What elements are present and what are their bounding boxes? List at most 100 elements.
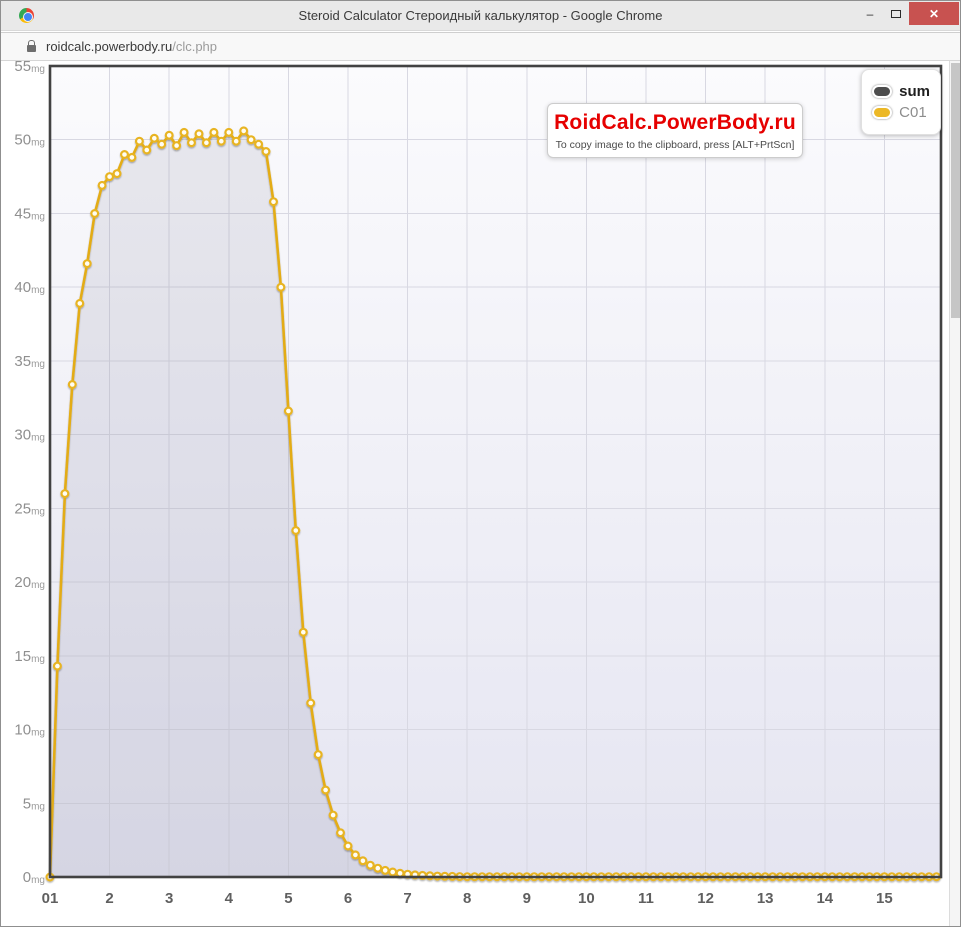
legend-item-sum[interactable]: sum — [872, 83, 930, 100]
data-point-marker — [91, 210, 98, 217]
y-tick-label: 35mg — [14, 353, 45, 370]
legend-swatch-c01 — [872, 106, 892, 119]
watermark-title: RoidCalc.PowerBody.ru — [554, 111, 796, 135]
y-tick-label: 45mg — [14, 205, 45, 222]
data-point-marker — [374, 865, 381, 872]
y-tick-label: 30mg — [14, 427, 45, 444]
maximize-icon — [891, 10, 901, 18]
data-point-marker — [218, 138, 225, 145]
x-tick-label: 5 — [284, 890, 292, 907]
data-point-marker — [270, 198, 277, 205]
data-point-marker — [99, 182, 106, 189]
y-tick-label: 55mg — [14, 61, 45, 75]
x-tick-label: 11 — [638, 890, 654, 907]
y-tick-label: 25mg — [14, 500, 45, 517]
data-point-marker — [330, 812, 337, 819]
x-tick-label: 12 — [697, 890, 714, 907]
y-tick-label: 10mg — [14, 722, 45, 739]
data-point-marker — [62, 490, 69, 497]
page-content: 01 2 3 4 5 6 7 8 9 10 11 12 13 14 15 0mg 5mg 10mg 15mg 20mg… — [1, 61, 960, 926]
x-tick-label: 7 — [403, 890, 411, 907]
data-point-marker — [151, 135, 158, 142]
legend-swatch-sum — [872, 85, 892, 98]
data-point-marker — [345, 843, 352, 850]
data-point-marker — [121, 151, 128, 158]
data-point-marker — [255, 141, 262, 148]
data-point-marker — [307, 700, 314, 707]
scrollbar-thumb[interactable] — [951, 63, 960, 318]
data-point-marker — [106, 173, 113, 180]
data-point-marker — [233, 138, 240, 145]
vertical-scrollbar[interactable] — [949, 61, 960, 926]
window-title: Steroid Calculator Стероидный калькулято… — [1, 1, 960, 31]
data-point-marker — [211, 129, 218, 136]
data-point-marker — [360, 857, 367, 864]
legend-label-sum: sum — [899, 83, 930, 100]
url-bar[interactable]: roidcalc.powerbody.ru/clc.php — [1, 32, 960, 61]
chart-svg: 01 2 3 4 5 6 7 8 9 10 11 12 13 14 15 0mg 5mg 10mg 15mg 20mg… — [1, 61, 949, 926]
x-tick-label: 2 — [105, 890, 113, 907]
data-point-marker — [203, 139, 210, 146]
data-point-marker — [76, 300, 83, 307]
data-point-marker — [322, 787, 329, 794]
x-tick-label: 9 — [523, 890, 531, 907]
watermark-box: RoidCalc.PowerBody.ru To copy image to t… — [547, 103, 803, 158]
url-text[interactable]: roidcalc.powerbody.ru/clc.php — [46, 39, 217, 54]
data-point-marker — [292, 527, 299, 534]
data-point-marker — [300, 629, 307, 636]
x-tick-label: 15 — [876, 890, 893, 907]
data-point-marker — [54, 663, 61, 670]
data-point-marker — [173, 142, 180, 149]
data-point-marker — [84, 260, 91, 267]
data-point-marker — [248, 136, 255, 143]
data-point-marker — [196, 130, 203, 137]
x-tick-label: 14 — [816, 890, 833, 907]
lock-icon — [27, 45, 36, 52]
y-tick-label: 5mg — [23, 795, 45, 812]
y-tick-label: 40mg — [14, 279, 45, 296]
data-point-marker — [382, 867, 389, 874]
data-point-marker — [315, 751, 322, 758]
y-tick-label: 20mg — [14, 574, 45, 591]
data-point-marker — [143, 147, 150, 154]
legend-item-c01[interactable]: C01 — [872, 104, 930, 121]
close-button[interactable]: ✕ — [909, 2, 959, 25]
data-point-marker — [337, 829, 344, 836]
data-point-marker — [136, 138, 143, 145]
data-point-marker — [367, 862, 374, 869]
url-path: /clc.php — [172, 39, 217, 54]
data-point-marker — [158, 141, 165, 148]
data-point-marker — [352, 852, 359, 859]
title-bar[interactable]: Steroid Calculator Стероидный калькулято… — [1, 1, 960, 31]
x-tick-label: 13 — [757, 890, 774, 907]
data-point-marker — [278, 284, 285, 291]
data-point-marker — [69, 381, 76, 388]
legend-label-c01: C01 — [899, 104, 927, 121]
y-tick-label: 50mg — [14, 132, 45, 149]
data-point-marker — [188, 139, 195, 146]
x-tick-label: 8 — [463, 890, 471, 907]
x-tick-label: 01 — [42, 890, 59, 907]
data-point-marker — [166, 132, 173, 139]
maximize-button[interactable] — [883, 2, 909, 25]
data-point-marker — [225, 129, 232, 136]
data-point-marker — [240, 128, 247, 135]
x-tick-label: 4 — [225, 890, 234, 907]
data-point-marker — [389, 869, 396, 876]
data-point-marker — [114, 170, 121, 177]
y-tick-label: 0mg — [23, 869, 45, 886]
url-host: roidcalc.powerbody.ru — [46, 39, 172, 54]
minimize-button[interactable]: – — [857, 2, 883, 25]
y-tick-label: 15mg — [14, 648, 45, 665]
window-controls: – ✕ — [857, 2, 959, 25]
browser-window: Steroid Calculator Стероидный калькулято… — [0, 0, 961, 927]
watermark-subtitle: To copy image to the clipboard, press [A… — [554, 139, 796, 151]
x-tick-label: 10 — [578, 890, 595, 907]
data-point-marker — [285, 408, 292, 415]
data-point-marker — [129, 154, 136, 161]
data-point-marker — [263, 148, 270, 155]
data-point-marker — [181, 129, 188, 136]
x-tick-label: 3 — [165, 890, 173, 907]
x-tick-label: 6 — [344, 890, 352, 907]
chart-legend: sum C01 — [861, 69, 941, 135]
